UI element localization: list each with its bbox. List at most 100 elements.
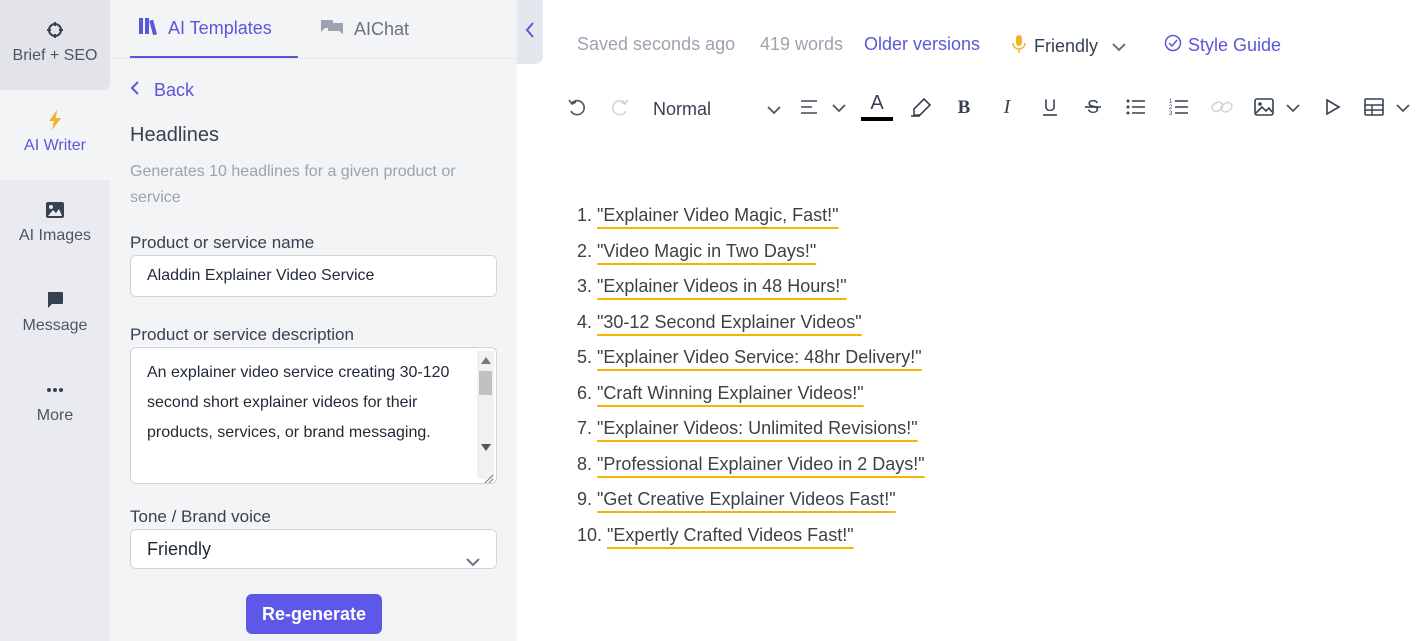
template-description: Generates 10 headlines for a given produ… xyxy=(130,163,456,206)
voice-dropdown[interactable]: Friendly xyxy=(1012,34,1126,59)
bold-button[interactable]: B xyxy=(953,96,975,122)
list-number: 2. xyxy=(577,240,593,261)
rail-item-brief-seo[interactable]: Brief + SEO xyxy=(0,0,110,90)
list-item[interactable]: 10. "Expertly Crafted Videos Fast!" xyxy=(577,518,925,554)
headline-text: "Craft Winning Explainer Videos!" xyxy=(597,382,864,403)
headline-text: "Explainer Video Magic, Fast!" xyxy=(597,205,839,225)
style-guide-link[interactable]: Style Guide xyxy=(1164,34,1281,57)
block-format-value: Normal xyxy=(653,98,712,119)
link-button[interactable] xyxy=(1211,96,1233,122)
svg-text:B: B xyxy=(958,98,971,116)
list-number: 8. xyxy=(577,453,593,474)
table-icon xyxy=(1364,97,1384,121)
tab-label-ai-templates: AI Templates xyxy=(168,17,272,38)
style-guide-label: Style Guide xyxy=(1188,35,1282,55)
chat-icon xyxy=(320,18,344,41)
product-name-input[interactable]: Aladdin Explainer Video Service xyxy=(130,255,497,297)
description-text: An explainer video service creating 30-1… xyxy=(147,364,450,441)
back-link[interactable]: Back xyxy=(130,80,194,101)
rail-item-more[interactable]: More xyxy=(0,360,110,450)
microphone-icon xyxy=(1012,34,1026,59)
list-item[interactable]: 8. "Professional Explainer Video in 2 Day… xyxy=(577,447,925,483)
chevron-down-icon xyxy=(1396,100,1410,118)
list-item[interactable]: 4. "30-12 Second Explainer Videos" xyxy=(577,305,925,341)
insert-image-button[interactable] xyxy=(1254,96,1300,122)
list-number: 4. xyxy=(577,311,593,332)
headline-text: "Explainer Video Service: 48hr Delivery!… xyxy=(597,347,922,367)
list-item[interactable]: 9. "Get Creative Explainer Videos Fast!" xyxy=(577,482,925,518)
tab-label-aichat: AIChat xyxy=(354,18,410,39)
chevron-down-icon xyxy=(1112,36,1126,57)
crosshair-icon xyxy=(46,20,64,40)
tone-selected-value: Friendly xyxy=(147,539,212,559)
list-number: 6. xyxy=(577,382,593,403)
back-label: Back xyxy=(154,80,195,100)
headline-text: "Explainer Videos: Unlimited Revisions!" xyxy=(597,418,918,438)
chevron-down-icon xyxy=(767,99,781,120)
list-item[interactable]: 5. "Explainer Video Service: 48hr Deliver… xyxy=(577,340,925,376)
image-icon xyxy=(45,200,65,220)
scroll-up-icon[interactable] xyxy=(481,357,491,364)
list-item[interactable]: 6. "Craft Winning Explainer Videos!" xyxy=(577,376,925,412)
regenerate-button[interactable]: Re-generate xyxy=(246,594,382,634)
svg-text:U: U xyxy=(1044,97,1056,115)
chat-bubble-icon xyxy=(46,290,64,310)
link-icon xyxy=(1211,100,1233,119)
headline-text: "Expertly Crafted Videos Fast!" xyxy=(607,524,854,545)
italic-button[interactable]: I xyxy=(996,96,1018,122)
play-icon xyxy=(1325,98,1341,121)
headline-text: "Video Magic in Two Days!" xyxy=(597,240,817,261)
block-format-select[interactable]: Normal xyxy=(653,96,781,122)
description-field-label: Product or service description xyxy=(130,325,354,344)
product-description-textarea[interactable]: An explainer video service creating 30-1… xyxy=(130,347,497,484)
rail-item-message[interactable]: Message xyxy=(0,270,110,360)
chevron-down-icon xyxy=(466,542,480,580)
highlight-button[interactable] xyxy=(910,96,932,122)
textarea-scrollbar[interactable] xyxy=(477,351,494,479)
text-color-button[interactable]: A xyxy=(860,92,894,124)
highlighter-icon xyxy=(910,97,932,122)
scroll-down-icon[interactable] xyxy=(481,444,491,451)
undo-icon xyxy=(567,98,587,121)
list-item[interactable]: 3. "Explainer Videos in 48 Hours!" xyxy=(577,269,925,305)
redo-button[interactable] xyxy=(609,96,631,122)
svg-text:3: 3 xyxy=(1169,111,1173,116)
left-rail: Brief + SEO AI Writer AI Images Message … xyxy=(0,0,110,641)
insert-table-button[interactable] xyxy=(1364,96,1410,122)
list-item[interactable]: 2. "Video Magic in Two Days!" xyxy=(577,234,925,270)
scroll-thumb[interactable] xyxy=(479,371,492,395)
word-count: 419 words xyxy=(760,34,844,54)
chevron-down-icon xyxy=(1286,100,1300,118)
headline-list[interactable]: 1. "Explainer Video Magic, Fast!" 2. "Vide… xyxy=(577,198,925,553)
align-button[interactable] xyxy=(800,96,846,122)
older-versions-link[interactable]: Older versions xyxy=(864,34,980,55)
bold-icon: B xyxy=(956,97,972,121)
save-status: Saved seconds ago xyxy=(577,34,736,54)
numbered-list-button[interactable]: 123 xyxy=(1168,96,1190,122)
headline-text: "Explainer Videos in 48 Hours!" xyxy=(597,276,847,296)
align-left-icon xyxy=(800,99,818,120)
collapse-panel-button[interactable] xyxy=(517,0,543,64)
image-icon xyxy=(1254,97,1274,121)
list-item[interactable]: 1. "Explainer Video Magic, Fast!" xyxy=(577,198,925,234)
undo-button[interactable] xyxy=(566,96,588,122)
tab-ai-templates[interactable]: AI Templates xyxy=(130,0,298,58)
italic-icon: I xyxy=(999,96,1015,121)
rail-item-ai-images[interactable]: AI Images xyxy=(0,180,110,270)
more-dots-icon xyxy=(46,380,64,400)
rail-item-ai-writer[interactable]: AI Writer xyxy=(0,90,110,180)
insert-video-button[interactable] xyxy=(1322,96,1344,122)
rail-label-ai-writer: AI Writer xyxy=(24,137,86,154)
redo-icon xyxy=(610,98,630,121)
panel-tabs: AI Templates AIChat xyxy=(110,0,517,59)
underline-button[interactable]: U xyxy=(1039,96,1061,122)
templates-panel: AI Templates AIChat Back Headlines Gener… xyxy=(110,0,517,641)
strikethrough-button[interactable]: S xyxy=(1082,96,1104,122)
tab-aichat[interactable]: AIChat xyxy=(320,0,409,58)
resize-handle-icon[interactable] xyxy=(480,467,494,483)
books-icon xyxy=(138,17,158,40)
list-item[interactable]: 7. "Explainer Videos: Unlimited Revisions… xyxy=(577,411,925,447)
headline-text: "Professional Explainer Video in 2 Days!… xyxy=(597,453,925,474)
bullet-list-button[interactable] xyxy=(1125,96,1147,122)
tone-select[interactable]: Friendly xyxy=(130,529,497,569)
